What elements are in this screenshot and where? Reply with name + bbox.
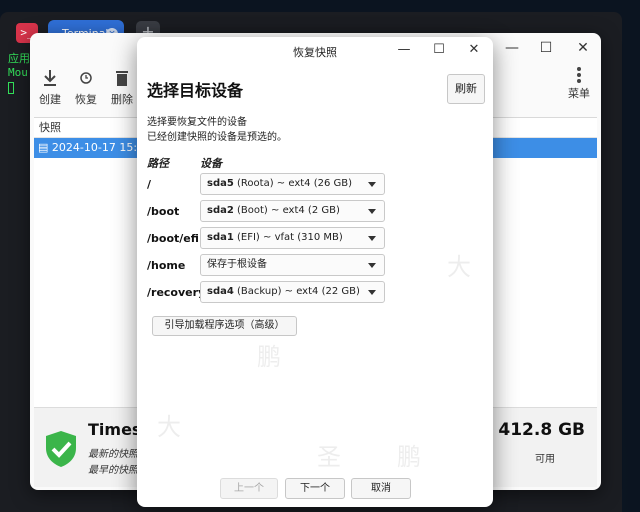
kebab-menu-icon bbox=[566, 67, 592, 83]
path-boot: /boot bbox=[147, 205, 180, 218]
chevron-down-icon bbox=[368, 290, 376, 295]
restore-dialog: 恢复快照 — ☐ ✕ 选择目标设备 刷新 选择要恢复文件的设备 已经创建快照的设… bbox=[137, 37, 493, 507]
restore-button[interactable]: 恢复 bbox=[66, 67, 106, 107]
watermark: 大 bbox=[157, 413, 181, 441]
delete-button[interactable]: 删除 bbox=[102, 67, 142, 107]
chevron-down-icon bbox=[368, 209, 376, 214]
terminal-output[interactable]: 应用 Mou bbox=[8, 52, 30, 94]
watermark: 鹏 bbox=[257, 343, 281, 371]
dialog-description: 选择要恢复文件的设备 bbox=[147, 117, 247, 128]
close-icon[interactable]: ✕ bbox=[575, 40, 591, 56]
device-select-boot[interactable]: sda2 (Boot) ~ ext4 (2 GB) bbox=[200, 200, 385, 222]
refresh-button[interactable]: 刷新 bbox=[447, 74, 485, 104]
path-root: / bbox=[147, 178, 152, 191]
device-detail: (Boot) ~ ext4 (2 GB) bbox=[237, 205, 340, 216]
clock-icon bbox=[80, 72, 92, 84]
create-button[interactable]: 创建 bbox=[30, 67, 70, 107]
device-name: sda2 bbox=[207, 205, 234, 216]
trash-icon bbox=[116, 71, 128, 86]
device-detail: (EFI) ~ vfat (310 MB) bbox=[237, 232, 343, 243]
terminal-line: Mou bbox=[8, 66, 28, 79]
oldest-snapshot-label: 最早的快照 bbox=[88, 465, 138, 476]
terminal-cursor bbox=[8, 82, 14, 94]
device-detail: (Roota) ~ ext4 (26 GB) bbox=[237, 178, 353, 189]
terminal-line: 应用 bbox=[8, 52, 30, 65]
device-name: sda4 bbox=[207, 286, 234, 297]
next-button[interactable]: 下一个 bbox=[285, 478, 345, 499]
latest-snapshot-label: 最新的快照 bbox=[88, 449, 138, 460]
device-name: sda1 bbox=[207, 232, 234, 243]
device-column-header: 设备 bbox=[200, 157, 222, 170]
restore-label: 恢复 bbox=[75, 93, 97, 106]
shield-check-icon bbox=[46, 431, 76, 467]
path-recovery: /recovery bbox=[147, 286, 206, 299]
device-select-recovery[interactable]: sda4 (Backup) ~ ext4 (22 GB) bbox=[200, 281, 385, 303]
create-label: 创建 bbox=[39, 93, 61, 106]
menu-button[interactable]: 菜单 bbox=[566, 65, 592, 101]
maximize-icon[interactable]: ☐ bbox=[538, 40, 554, 56]
chevron-down-icon bbox=[368, 182, 376, 187]
bootloader-options-button[interactable]: 引导加载程序选项（高级） bbox=[152, 316, 297, 336]
cancel-button[interactable]: 取消 bbox=[351, 478, 411, 499]
dialog-heading: 选择目标设备 bbox=[147, 81, 244, 100]
device-name: sda5 bbox=[207, 178, 234, 189]
minimize-icon[interactable]: — bbox=[504, 40, 520, 56]
snapshot-icon: ▤ bbox=[38, 141, 49, 154]
maximize-icon[interactable]: ☐ bbox=[431, 42, 447, 57]
watermark: 圣 bbox=[317, 443, 341, 471]
menu-label: 菜单 bbox=[568, 87, 590, 100]
chevron-down-icon bbox=[368, 263, 376, 268]
device-detail: 保存于根设备 bbox=[207, 259, 267, 270]
path-home: /home bbox=[147, 259, 186, 272]
close-icon[interactable]: ✕ bbox=[466, 42, 482, 57]
watermark: 大 bbox=[447, 253, 471, 281]
minimize-icon[interactable]: — bbox=[396, 42, 412, 57]
free-space-value: 412.8 GB bbox=[498, 420, 585, 440]
path-column-header: 路径 bbox=[147, 157, 169, 170]
free-space-label: 可用 bbox=[535, 454, 555, 465]
dialog-description-note: 已经创建快照的设备是预选的。 bbox=[147, 132, 287, 143]
download-icon bbox=[44, 70, 56, 86]
path-boot-efi: /boot/efi bbox=[147, 232, 199, 245]
device-detail: (Backup) ~ ext4 (22 GB) bbox=[237, 286, 360, 297]
watermark: 鹏 bbox=[397, 443, 421, 471]
device-select-root[interactable]: sda5 (Roota) ~ ext4 (26 GB) bbox=[200, 173, 385, 195]
delete-label: 删除 bbox=[111, 93, 133, 106]
chevron-down-icon bbox=[368, 236, 376, 241]
device-select-home[interactable]: 保存于根设备 bbox=[200, 254, 385, 276]
previous-button[interactable]: 上一个 bbox=[220, 478, 278, 499]
device-select-boot-efi[interactable]: sda1 (EFI) ~ vfat (310 MB) bbox=[200, 227, 385, 249]
